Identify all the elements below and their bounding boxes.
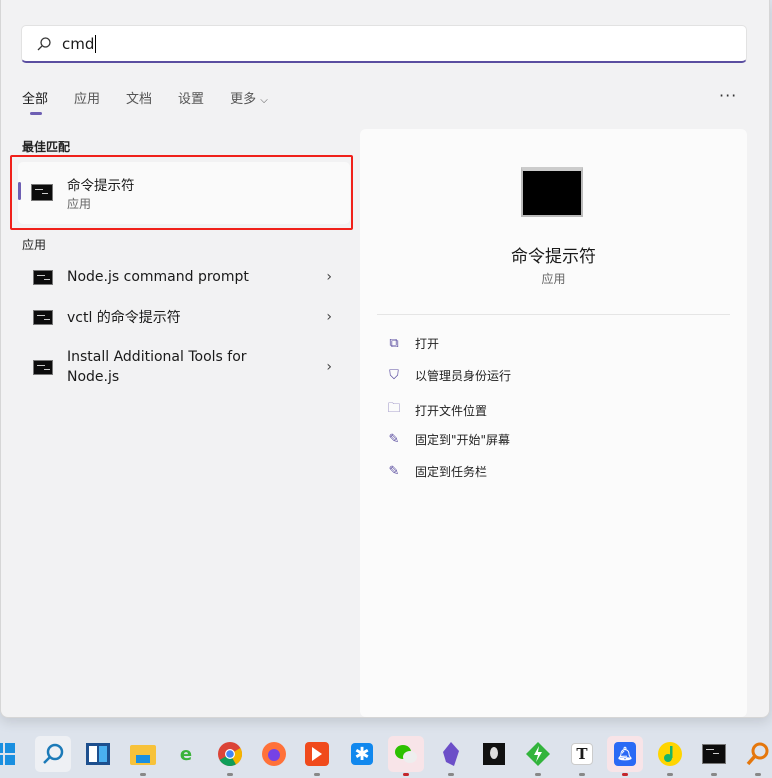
running-indicator (755, 773, 761, 776)
taskbar-start[interactable] (0, 736, 22, 772)
app-item[interactable]: Install Additional Tools for Node.js › (18, 346, 350, 388)
highlight-box (10, 155, 353, 230)
folder-icon: 🗀 (387, 401, 401, 416)
taskbar-app-star[interactable]: ✱ (344, 736, 380, 772)
taskbar-chrome[interactable] (212, 736, 248, 776)
action-open-file-location[interactable]: 🗀 打开文件位置 (386, 399, 487, 421)
music-icon (658, 742, 682, 766)
cmd-icon (33, 309, 53, 325)
pin-icon: ✎ (388, 464, 400, 479)
action-open[interactable]: ⧉ 打开 (386, 335, 439, 352)
running-indicator (711, 773, 717, 776)
pin-icon: ✎ (388, 432, 400, 447)
divider (377, 314, 730, 315)
tab-more-label: 更多 (230, 92, 257, 107)
app-item[interactable]: vctl 的命令提示符 › (18, 298, 350, 336)
obsidian-icon (443, 742, 459, 766)
taskbar-widgets[interactable] (80, 736, 116, 772)
action-label: 固定到任务栏 (415, 465, 488, 479)
start-search-panel: cmd 全部 应用 文档 设置 更多 ⌵ ··· 最佳匹配 命令提示符 应用 应… (0, 0, 770, 718)
running-indicator (622, 773, 628, 776)
taskbar-qq-music[interactable] (652, 736, 688, 776)
action-pin-to-taskbar[interactable]: ✎ 固定到任务栏 (386, 463, 487, 480)
taskbar-alienware[interactable] (476, 736, 512, 772)
app-item[interactable]: Node.js command prompt › (18, 258, 350, 296)
cmd-large-icon (521, 167, 583, 217)
text-caret (95, 34, 97, 53)
tab-settings[interactable]: 设置 (178, 88, 204, 107)
tab-documents[interactable]: 文档 (126, 88, 152, 107)
ellipsis-icon[interactable]: ··· (719, 86, 737, 105)
action-label: 打开 (415, 337, 440, 351)
running-indicator (227, 773, 233, 776)
taskbar-file-explorer[interactable] (125, 736, 161, 776)
magnifier-icon (746, 742, 769, 766)
action-label: 固定到"开始"屏幕 (415, 433, 511, 447)
cmd-icon (33, 269, 53, 285)
chevron-right-icon[interactable]: › (326, 269, 332, 285)
wechat-icon (395, 745, 417, 763)
tab-apps[interactable]: 应用 (74, 88, 100, 107)
taskbar-search[interactable] (35, 736, 71, 772)
chrome-icon (218, 742, 242, 766)
action-run-as-admin[interactable]: ⛉ 以管理员身份运行 (386, 367, 511, 384)
bell-icon: 🔔︎ (614, 742, 636, 766)
best-match-heading: 最佳匹配 (22, 140, 71, 154)
taskbar-notification-app[interactable]: 🔔︎ (607, 736, 643, 776)
action-label: 以管理员身份运行 (415, 369, 512, 383)
tab-more[interactable]: 更多 ⌵ (230, 88, 268, 107)
app-item-label: Install Additional Tools for Node.js (67, 349, 247, 385)
alien-icon (483, 743, 505, 765)
apps-heading: 应用 (22, 238, 47, 252)
taskbar-search-tool[interactable] (740, 736, 772, 776)
search-icon (43, 743, 64, 764)
star-icon: ✱ (351, 743, 373, 765)
taskbar-xunlei[interactable] (520, 736, 556, 776)
cmd-icon (702, 744, 726, 764)
shield-admin-icon: ⛉ (389, 368, 399, 383)
taskbar-obsidian[interactable] (433, 736, 469, 776)
running-indicator (579, 773, 585, 776)
search-value: cmd (62, 34, 95, 53)
bolt-icon (526, 742, 550, 766)
open-external-icon: ⧉ (389, 336, 399, 351)
taskbar-firefox[interactable] (256, 736, 292, 772)
firefox-icon (262, 742, 286, 766)
preview-title: 命令提示符 (511, 247, 596, 267)
taskbar-terminal[interactable] (696, 736, 732, 776)
running-indicator (403, 773, 409, 776)
chevron-down-icon: ⌵ (260, 95, 268, 106)
running-indicator (667, 773, 673, 776)
windows-icon (0, 743, 15, 765)
taskbar-app-k[interactable] (299, 736, 335, 776)
widgets-icon (86, 743, 110, 765)
search-icon (37, 36, 51, 50)
cmd-icon (33, 359, 53, 375)
running-indicator (448, 773, 454, 776)
running-indicator (535, 773, 541, 776)
action-pin-to-start[interactable]: ✎ 固定到"开始"屏幕 (386, 431, 511, 448)
app-item-label: vctl 的命令提示符 (67, 310, 181, 326)
taskbar-typora[interactable]: T (564, 736, 600, 776)
chevron-right-icon[interactable]: › (326, 359, 332, 375)
k-icon (305, 742, 329, 766)
t-icon: T (571, 743, 593, 765)
action-label: 打开文件位置 (415, 403, 488, 418)
search-input[interactable]: cmd (21, 25, 747, 63)
ie-icon: e (179, 743, 193, 765)
chevron-right-icon[interactable]: › (326, 309, 332, 325)
filter-tabs: 全部 应用 文档 设置 更多 ⌵ (22, 88, 294, 115)
app-item-label: Node.js command prompt (67, 269, 249, 285)
running-indicator (140, 773, 146, 776)
taskbar-ie-browser[interactable]: e (168, 736, 204, 772)
taskbar: e ✱ T 🔔︎ (0, 730, 772, 778)
tab-all[interactable]: 全部 (22, 88, 48, 115)
folder-icon (130, 745, 156, 765)
preview-subtitle: 应用 (541, 272, 566, 286)
taskbar-wechat[interactable] (388, 736, 424, 776)
running-indicator (314, 773, 320, 776)
preview-pane: 命令提示符 应用 ⧉ 打开 ⛉ 以管理员身份运行 🗀 打开文件位置 ✎ 固定到"开始"屏… (360, 129, 747, 717)
